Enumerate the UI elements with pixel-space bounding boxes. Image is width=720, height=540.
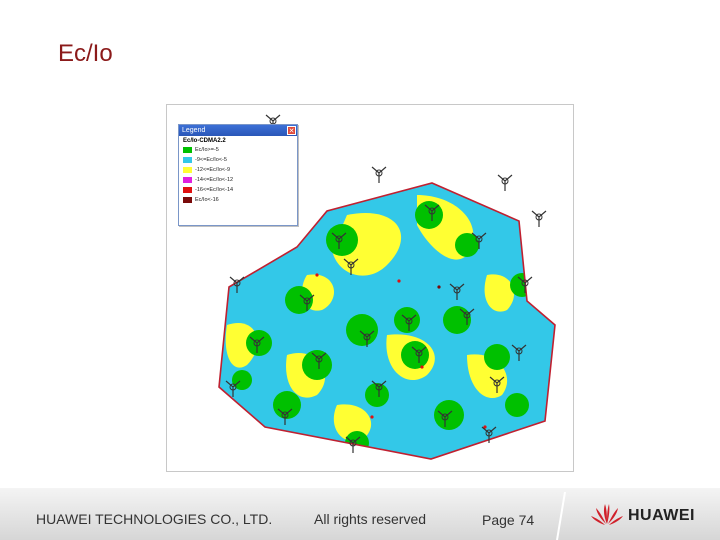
close-icon[interactable]: ✕	[287, 126, 296, 135]
legend-item: -9<=Ec/Io<-5	[183, 155, 297, 165]
site-marker	[531, 210, 547, 227]
legend-item: -12<=Ec/Io<-9	[183, 165, 297, 175]
legend-swatch	[183, 187, 192, 193]
coverage-map[interactable]: Legend ✕ Ec/Io-CDMA2.2 Ec/Io>=-5 -9<=Ec/…	[166, 104, 574, 472]
legend-title-bar[interactable]: Legend ✕	[179, 125, 297, 136]
brand-name: HUAWEI	[628, 507, 695, 524]
legend-label: Ec/Io>=-5	[195, 147, 219, 153]
legend-label: -12<=Ec/Io<-9	[195, 167, 231, 173]
legend-heading: Ec/Io-CDMA2.2	[183, 138, 226, 144]
legend-swatch	[183, 157, 192, 163]
legend-item: -14<=Ec/Io<-12	[183, 175, 297, 185]
legend-swatch	[183, 147, 192, 153]
legend-window-title: Legend	[182, 127, 206, 134]
slide-title: Ec/Io	[58, 40, 113, 67]
legend-swatch	[183, 197, 192, 203]
huawei-logo: HUAWEI	[590, 500, 700, 530]
legend-swatch	[183, 177, 192, 183]
huawei-petal-icon	[591, 504, 623, 525]
footer-rights: All rights reserved	[314, 511, 427, 527]
footer-company: HUAWEI TECHNOLOGIES CO., LTD.	[36, 511, 273, 527]
legend-label: Ec/Io<-16	[195, 197, 219, 203]
legend-swatch	[183, 167, 192, 173]
site-marker	[497, 174, 513, 191]
footer-divider	[556, 492, 566, 540]
legend-label: -16<=Ec/Io<-14	[195, 187, 234, 193]
legend-item: Ec/Io<-16	[183, 195, 297, 205]
legend-item: -16<=Ec/Io<-14	[183, 185, 297, 195]
legend-item: Ec/Io>=-5	[183, 145, 297, 155]
legend-label: -9<=Ec/Io<-5	[195, 157, 227, 163]
page-number: Page 74	[482, 512, 535, 528]
site-marker	[371, 166, 387, 183]
legend-label: -14<=Ec/Io<-12	[195, 177, 234, 183]
footer: HUAWEI TECHNOLOGIES CO., LTD. All rights…	[0, 488, 720, 540]
legend-window[interactable]: Legend ✕ Ec/Io-CDMA2.2 Ec/Io>=-5 -9<=Ec/…	[178, 124, 298, 226]
